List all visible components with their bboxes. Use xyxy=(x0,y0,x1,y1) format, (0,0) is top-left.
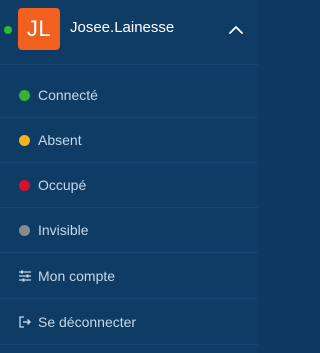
menu-divider xyxy=(0,298,258,299)
sign-out-icon xyxy=(19,316,31,328)
status-invisible-label: Invisible xyxy=(38,222,89,238)
status-online-item[interactable]: Connecté xyxy=(0,73,258,117)
header-divider xyxy=(0,64,258,65)
chevron-up-icon[interactable] xyxy=(226,20,246,40)
status-away-label: Absent xyxy=(38,132,82,148)
user-status-dropdown: JL Josee.Lainesse Connecté Absent Occupé… xyxy=(0,0,258,353)
username: Josee.Lainesse xyxy=(70,19,175,36)
status-dot-away-icon xyxy=(19,134,30,146)
avatar: JL xyxy=(18,8,60,50)
menu-divider xyxy=(0,344,258,345)
user-header[interactable]: JL Josee.Lainesse xyxy=(0,0,258,64)
my-account-label: Mon compte xyxy=(38,268,116,284)
menu-divider xyxy=(0,252,258,253)
status-dot-online-icon xyxy=(19,89,30,101)
my-account-item[interactable]: Mon compte xyxy=(0,254,258,298)
logout-item[interactable]: Se déconnecter xyxy=(0,300,258,344)
logout-label: Se déconnecter xyxy=(38,314,137,330)
status-dot-busy-icon xyxy=(19,179,30,191)
avatar-initials: JL xyxy=(26,16,52,41)
status-dot-invisible-icon xyxy=(19,224,30,236)
status-busy-label: Occupé xyxy=(38,177,87,193)
status-busy-item[interactable]: Occupé xyxy=(0,163,258,207)
status-online-label: Connecté xyxy=(38,87,98,103)
status-away-item[interactable]: Absent xyxy=(0,118,258,162)
presence-indicator xyxy=(4,26,12,34)
status-invisible-item[interactable]: Invisible xyxy=(0,208,258,252)
sliders-icon xyxy=(19,270,31,282)
